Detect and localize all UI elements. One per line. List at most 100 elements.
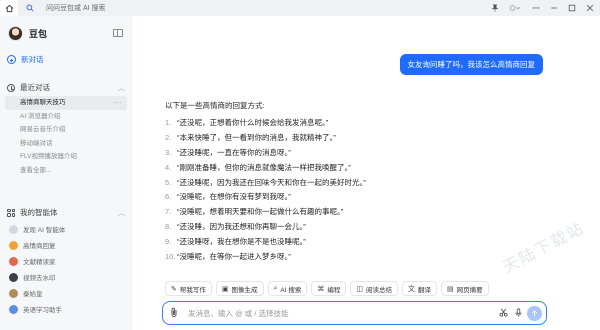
my-agents-title: 我的智能体: [20, 208, 58, 217]
tool-label: 图像生成: [231, 286, 258, 294]
sidebar-collapse-icon[interactable]: [113, 29, 123, 37]
agent-label: 英语学习助手: [23, 307, 62, 314]
minimize-icon[interactable]: [549, 4, 558, 13]
view-all-link[interactable]: 查看全部...: [5, 164, 127, 178]
tool-read-summary-button[interactable]: ◫ 阅读总结: [350, 281, 398, 296]
tool-ai-search-button[interactable]: ⌕ AI 搜索: [267, 281, 308, 296]
agent-item[interactable]: 高情商回复: [5, 237, 127, 253]
translate-icon: 文: [408, 285, 415, 293]
clock-icon: [7, 83, 15, 92]
answer-text: “没睡呢，在等你一起进入梦乡呀。”: [177, 252, 291, 262]
my-agents-header[interactable]: 我的智能体 ︿: [7, 207, 125, 218]
agent-item-discover[interactable]: 发现 AI 智能体: [5, 221, 127, 237]
chat-main: 女友询问睡了吗，我该怎么高情商回复 以下是一些高情商的回复方式: 1. “还没呢，…: [132, 16, 600, 330]
answer-text: “还没睡呢，因为我还在回味今天和你在一起的美好时光。”: [177, 177, 366, 187]
recent-chat-item[interactable]: FLV视频播放器介绍: [5, 150, 127, 164]
agent-item[interactable]: 秦始皇: [5, 285, 127, 301]
grid-icon: [7, 208, 15, 217]
title-bar: 问问豆包或 AI 搜索: [0, 0, 600, 16]
tool-label: 网页摘要: [456, 286, 483, 294]
recent-chat-item[interactable]: 网易云音乐介绍: [5, 123, 127, 137]
answer-text: “没睡呢，在想你有没有梦到我呀。”: [177, 192, 291, 202]
agent-label: 发现 AI 智能体: [23, 227, 66, 234]
agent-label: 视频去水印: [23, 275, 56, 282]
paperclip-icon[interactable]: [170, 307, 180, 319]
more-icon[interactable]: [531, 4, 540, 13]
theme-icon[interactable]: [508, 4, 522, 13]
recent-chat-label: AI 浏览器介绍: [20, 112, 61, 120]
tool-web-summary-button[interactable]: ▤ 网页摘要: [441, 281, 489, 296]
search-icon: [26, 4, 34, 12]
new-chat-label: 新对话: [21, 55, 44, 64]
recent-chat-label: 网易云音乐介绍: [20, 126, 66, 133]
tool-label: AI 搜索: [280, 286, 302, 294]
recent-chats-title: 最近对话: [20, 83, 50, 92]
message-input-box: [162, 301, 547, 325]
agent-label: 文献精读家: [23, 259, 56, 266]
agent-list: 发现 AI 智能体 高情商回复 文献精读家 视频去水印 秦始皇 英语学习助手: [5, 221, 127, 317]
new-chat-button[interactable]: 新对话: [7, 54, 44, 65]
view-all-label: 查看全部...: [20, 166, 52, 174]
pin-icon[interactable]: [490, 4, 499, 13]
answer-item: 1. “还没呢，正想着你什么时候会给我发消息呢。”: [165, 116, 465, 131]
tool-write-button[interactable]: ✎ 帮我写作: [165, 281, 212, 296]
answer-list: 1. “还没呢，正想着你什么时候会给我发消息呢。” 2. “本来快睡了，但一看到你的…: [165, 116, 465, 265]
pen-icon: ✎: [171, 285, 177, 293]
agent-label: 秦始皇: [23, 291, 43, 298]
chevron-up-icon: ︿: [118, 84, 125, 92]
maximize-icon[interactable]: [567, 4, 576, 13]
discover-icon: [9, 224, 18, 234]
recent-chats-header[interactable]: 最近对话 ︿: [7, 82, 125, 93]
agent-avatar: [9, 272, 18, 282]
book-icon: ◫: [356, 285, 363, 293]
assistant-answer: 以下是一些高情商的回复方式: 1. “还没呢，正想着你什么时候会给我发消息呢。” …: [165, 100, 465, 265]
brand-name: 豆包: [29, 29, 48, 39]
agent-avatar: [9, 288, 18, 298]
tool-label: 编程: [327, 286, 341, 294]
agent-avatar: [9, 304, 18, 314]
agent-item[interactable]: 文献精读家: [5, 253, 127, 269]
answer-item: 2. “本来快睡了，但一看到你的消息，我就精神了。”: [165, 131, 465, 146]
tool-label: 阅读总结: [366, 286, 392, 294]
arrow-up-icon: [531, 309, 538, 316]
image-icon: ▣: [221, 285, 229, 293]
watermark: 天陆下载站: [500, 219, 588, 277]
answer-text: “本来快睡了，但一看到你的消息，我就精神了。”: [177, 132, 336, 142]
answer-item: 8. “还没睡，因为我还想和你再聊一会儿。”: [165, 220, 465, 235]
plus-icon: [7, 55, 16, 64]
microphone-icon[interactable]: [515, 307, 522, 319]
tool-translate-button[interactable]: 文翻译: [402, 281, 437, 296]
scissors-icon[interactable]: [499, 308, 508, 319]
recent-chat-label: FLV视频播放器介绍: [20, 153, 77, 160]
sidebar: 豆包 新对话 最近对话 ︿ 高情商聊天技巧 ··· AI 浏览器介绍 网易云音乐…: [0, 16, 132, 330]
tool-image-button[interactable]: ▣ 图像生成: [215, 281, 264, 296]
brand: 豆包: [8, 26, 47, 41]
home-icon: [5, 4, 13, 12]
code-icon: ⌘: [317, 285, 325, 293]
agent-avatar: [9, 240, 18, 250]
search-tab[interactable]: 问问豆包或 AI 搜索: [26, 2, 166, 14]
recent-chat-label: 高情商聊天技巧: [20, 99, 66, 106]
answer-intro: 以下是一些高情商的回复方式:: [165, 101, 265, 110]
recent-chat-list: 高情商聊天技巧 ··· AI 浏览器介绍 网易云音乐介绍 移动端对话 FLV视频…: [5, 96, 127, 177]
recent-chat-item[interactable]: AI 浏览器介绍: [5, 110, 127, 124]
message-input[interactable]: [188, 308, 468, 318]
answer-item: 6. “没睡呢，在想你有没有梦到我呀。”: [165, 190, 465, 205]
answer-item: 10. “没睡呢，在等你一起进入梦乡呀。”: [165, 250, 465, 265]
answer-text: “没睡呢，想着明天要和你一起做什么有趣的事呢。”: [177, 207, 344, 217]
tool-label: 帮我写作: [179, 286, 206, 294]
tool-code-button[interactable]: ⌘ 编程: [311, 281, 347, 296]
agent-item[interactable]: 英语学习助手: [5, 301, 127, 317]
home-tab[interactable]: [0, 0, 18, 16]
recent-chat-item[interactable]: 移动端对话: [5, 137, 127, 151]
recent-chat-item[interactable]: 高情商聊天技巧 ···: [5, 96, 127, 110]
more-icon[interactable]: ···: [114, 96, 122, 110]
send-button[interactable]: [527, 305, 542, 321]
agent-item[interactable]: 视频去水印: [5, 269, 127, 285]
agent-label: 高情商回复: [23, 243, 56, 250]
close-icon[interactable]: [585, 4, 594, 13]
window-controls: [490, 0, 600, 16]
answer-item: 4. “刚刚准备睡，但你的消息就像魔法一样把我唤醒了。”: [165, 161, 465, 176]
tool-label: 翻译: [418, 286, 431, 294]
user-message-bubble: 女友询问睡了吗，我该怎么高情商回复: [399, 54, 543, 75]
